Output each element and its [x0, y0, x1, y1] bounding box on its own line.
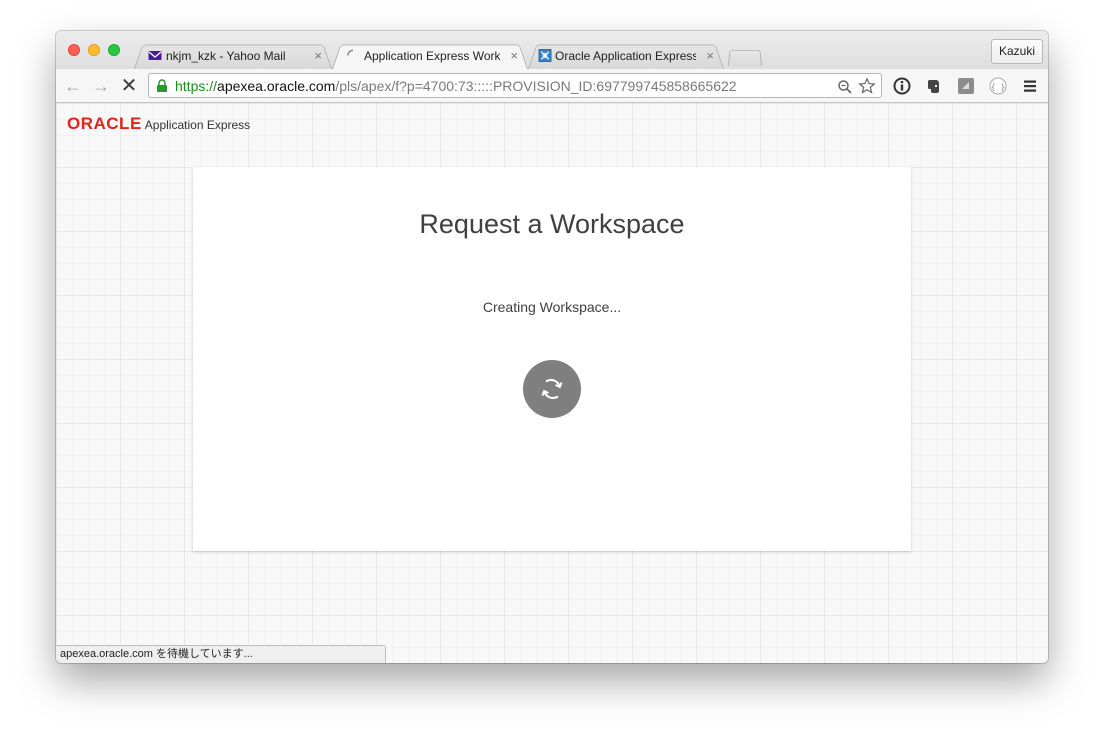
minimize-window-button[interactable]	[88, 44, 100, 56]
tab-yahoo-mail[interactable]: nkjm_kzk - Yahoo Mail ×	[134, 42, 332, 69]
page-content: ORACLE Application Express Request a Work…	[56, 103, 1048, 663]
loading-spinner-icon	[347, 49, 354, 56]
close-tab-icon[interactable]: ×	[706, 48, 714, 63]
browser-window: nkjm_kzk - Yahoo Mail × Application Expr…	[56, 31, 1048, 663]
mail-icon	[148, 51, 162, 60]
apex-icon	[538, 49, 552, 62]
tab-title: nkjm_kzk - Yahoo Mail	[166, 49, 286, 63]
browser-toolbar: ← → ✕ https://apexea.oracle.com/pls/apex…	[56, 69, 1048, 103]
brand-product-name: Application Express	[144, 118, 251, 132]
url-text: https://apexea.oracle.com/pls/apex/f?p=4…	[175, 78, 737, 94]
close-window-button[interactable]	[68, 44, 80, 56]
tab-strip: nkjm_kzk - Yahoo Mail × Application Expr…	[56, 31, 1048, 69]
lock-icon	[157, 79, 167, 92]
tab-title: Application Express Worksp	[364, 49, 500, 63]
evernote-extension-icon[interactable]	[924, 76, 944, 96]
zoom-window-button[interactable]	[108, 44, 120, 56]
oracle-apex-brand[interactable]: ORACLE Application Express	[67, 114, 250, 134]
tab-oracle-application-express[interactable]: Oracle Application Express ×	[528, 42, 724, 69]
url-scheme: https://	[175, 78, 218, 94]
url-path: /pls/apex/f?p=4700:73:::::PROVISION_ID:6…	[335, 78, 737, 94]
browser-status-bar: apexea.oracle.com を待機しています...	[56, 645, 386, 663]
tab-application-express-workspace[interactable]: Application Express Worksp ×	[332, 42, 528, 69]
refresh-icon	[541, 379, 563, 399]
back-button[interactable]: ←	[62, 75, 84, 97]
stop-loading-button[interactable]: ✕	[118, 75, 140, 97]
profile-button[interactable]: Kazuki	[990, 39, 1043, 64]
json-extension-icon[interactable]: { }	[988, 76, 1008, 96]
bookmark-star-icon[interactable]	[858, 77, 876, 95]
pocket-extension-icon[interactable]	[956, 76, 976, 96]
close-tab-icon[interactable]: ×	[314, 48, 322, 63]
tab-title: Oracle Application Express	[555, 49, 696, 63]
url-host: apexea.oracle.com	[217, 78, 336, 94]
close-tab-icon[interactable]: ×	[510, 48, 518, 63]
forward-button[interactable]: →	[90, 75, 112, 97]
zoom-magnifier-icon[interactable]	[837, 79, 853, 95]
request-workspace-card: Request a Workspace Creating Workspace..…	[193, 167, 911, 551]
menu-hamburger-icon[interactable]	[1020, 76, 1040, 96]
svg-text:{ }: { }	[991, 83, 1005, 92]
address-bar[interactable]: https://apexea.oracle.com/pls/apex/f?p=4…	[148, 73, 882, 98]
progress-spinner	[523, 360, 581, 418]
oracle-logo: ORACLE	[67, 114, 142, 133]
page-title: Request a Workspace	[419, 209, 685, 239]
status-message: Creating Workspace...	[482, 299, 622, 315]
info-extension-icon[interactable]	[892, 76, 912, 96]
new-tab-button[interactable]	[728, 49, 762, 66]
